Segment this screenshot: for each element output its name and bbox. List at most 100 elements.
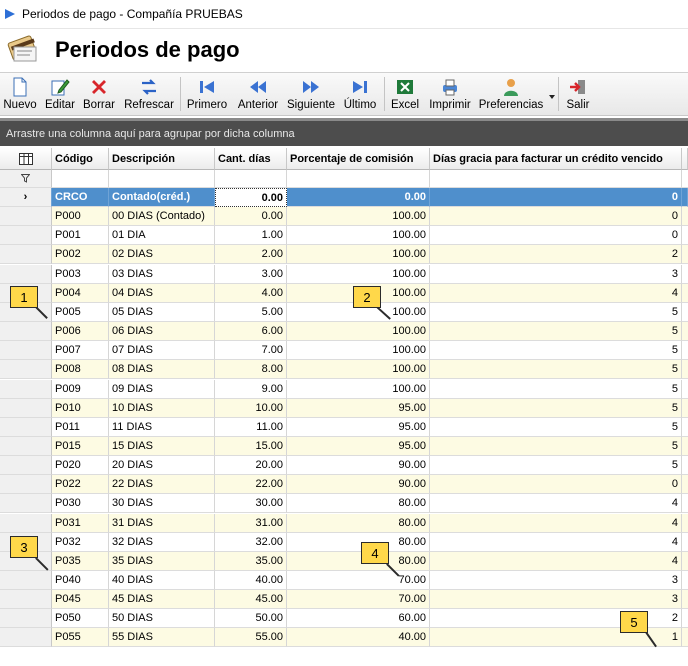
cell-descripcion[interactable]: 09 DIAS bbox=[109, 379, 215, 399]
filter-cant-dias[interactable] bbox=[215, 170, 287, 188]
table-row[interactable]: P050 50 DIAS 50.00 60.00 2 bbox=[0, 609, 688, 629]
cell-dias-gracia[interactable]: 3 bbox=[430, 264, 682, 284]
cell-descripcion[interactable]: 22 DIAS bbox=[109, 475, 215, 495]
cell-cant-dias[interactable]: 20.00 bbox=[215, 456, 287, 476]
filter-descripcion[interactable] bbox=[109, 170, 215, 188]
cell-descripcion[interactable]: 55 DIAS bbox=[109, 628, 215, 648]
cell-codigo[interactable]: P000 bbox=[52, 207, 109, 227]
cell-codigo[interactable]: P020 bbox=[52, 456, 109, 476]
table-row[interactable]: P022 22 DIAS 22.00 90.00 0 bbox=[0, 475, 688, 495]
table-row[interactable]: P035 35 DIAS 35.00 80.00 4 bbox=[0, 551, 688, 571]
cell-codigo[interactable]: P006 bbox=[52, 322, 109, 342]
table-row[interactable]: P031 31 DIAS 31.00 80.00 4 bbox=[0, 513, 688, 533]
cell-descripcion[interactable]: 08 DIAS bbox=[109, 360, 215, 380]
cell-codigo[interactable]: P002 bbox=[52, 245, 109, 265]
cell-codigo[interactable]: P050 bbox=[52, 609, 109, 629]
cell-cant-dias[interactable]: 0.00 bbox=[215, 207, 287, 227]
cell-cant-dias[interactable]: 4.00 bbox=[215, 283, 287, 303]
cell-porcentaje-comision[interactable]: 70.00 bbox=[287, 571, 430, 590]
cell-porcentaje-comision[interactable]: 100.00 bbox=[287, 322, 430, 342]
cell-codigo[interactable]: P035 bbox=[52, 551, 109, 571]
cell-descripcion[interactable]: 04 DIAS bbox=[109, 283, 215, 303]
cell-descripcion[interactable]: 35 DIAS bbox=[109, 551, 215, 571]
row-selector[interactable] bbox=[0, 264, 52, 284]
cell-codigo[interactable]: P005 bbox=[52, 302, 109, 322]
row-selector[interactable] bbox=[0, 590, 52, 610]
cell-cant-dias[interactable]: 3.00 bbox=[215, 264, 287, 284]
cell-cant-dias[interactable]: 55.00 bbox=[215, 628, 287, 648]
cell-dias-gracia[interactable]: 2 bbox=[430, 245, 682, 265]
cell-cant-dias[interactable]: 40.00 bbox=[215, 571, 287, 590]
cell-cant-dias[interactable]: 2.00 bbox=[215, 245, 287, 265]
cell-cant-dias[interactable]: 9.00 bbox=[215, 379, 287, 399]
cell-codigo[interactable]: P015 bbox=[52, 436, 109, 456]
cell-descripcion[interactable]: 03 DIAS bbox=[109, 264, 215, 284]
cell-dias-gracia[interactable]: 5 bbox=[430, 322, 682, 342]
cell-dias-gracia[interactable]: 3 bbox=[430, 571, 682, 590]
cell-porcentaje-comision[interactable]: 100.00 bbox=[287, 264, 430, 284]
cell-porcentaje-comision[interactable]: 80.00 bbox=[287, 532, 430, 552]
cell-cant-dias[interactable]: 5.00 bbox=[215, 302, 287, 322]
borrar-button[interactable]: Borrar bbox=[81, 75, 117, 113]
cell-cant-dias[interactable]: 1.00 bbox=[215, 226, 287, 246]
cell-descripcion[interactable]: 05 DIAS bbox=[109, 302, 215, 322]
cell-cant-dias[interactable]: 15.00 bbox=[215, 436, 287, 456]
table-row[interactable]: P006 06 DIAS 6.00 100.00 5 bbox=[0, 322, 688, 342]
column-chooser-button[interactable] bbox=[0, 148, 52, 170]
table-row[interactable]: P002 02 DIAS 2.00 100.00 2 bbox=[0, 245, 688, 265]
refrescar-button[interactable]: Refrescar bbox=[124, 75, 174, 113]
cell-dias-gracia[interactable]: 5 bbox=[430, 379, 682, 399]
cell-codigo[interactable]: P030 bbox=[52, 494, 109, 514]
cell-codigo[interactable]: P045 bbox=[52, 590, 109, 610]
row-selector[interactable]: › bbox=[0, 188, 52, 207]
cell-porcentaje-comision[interactable]: 80.00 bbox=[287, 494, 430, 514]
row-selector[interactable] bbox=[0, 398, 52, 418]
cell-dias-gracia[interactable]: 5 bbox=[430, 341, 682, 361]
row-selector[interactable] bbox=[0, 207, 52, 227]
cell-descripcion[interactable]: Contado(créd.) bbox=[109, 188, 215, 207]
table-row[interactable]: P009 09 DIAS 9.00 100.00 5 bbox=[0, 379, 688, 399]
cell-dias-gracia[interactable]: 5 bbox=[430, 360, 682, 380]
preferencias-dropdown-icon[interactable] bbox=[549, 95, 555, 99]
cell-descripcion[interactable]: 30 DIAS bbox=[109, 494, 215, 514]
cell-dias-gracia[interactable]: 4 bbox=[430, 551, 682, 571]
cell-codigo[interactable]: CRCO bbox=[52, 188, 109, 207]
cell-cant-dias[interactable]: 32.00 bbox=[215, 532, 287, 552]
table-row[interactable]: P020 20 DIAS 20.00 90.00 5 bbox=[0, 456, 688, 476]
cell-porcentaje-comision[interactable]: 100.00 bbox=[287, 379, 430, 399]
cell-descripcion[interactable]: 50 DIAS bbox=[109, 609, 215, 629]
cell-dias-gracia[interactable]: 5 bbox=[430, 417, 682, 437]
cell-descripcion[interactable]: 07 DIAS bbox=[109, 341, 215, 361]
ultimo-button[interactable]: Último bbox=[342, 75, 378, 113]
cell-porcentaje-comision[interactable]: 80.00 bbox=[287, 551, 430, 571]
cell-dias-gracia[interactable]: 0 bbox=[430, 226, 682, 246]
cell-dias-gracia[interactable]: 4 bbox=[430, 532, 682, 552]
row-selector[interactable] bbox=[0, 417, 52, 437]
table-row[interactable]: › CRCO Contado(créd.) 0.00 0.00 0 bbox=[0, 188, 688, 207]
cell-codigo[interactable]: P055 bbox=[52, 628, 109, 648]
cell-descripcion[interactable]: 02 DIAS bbox=[109, 245, 215, 265]
cell-cant-dias[interactable]: 7.00 bbox=[215, 341, 287, 361]
cell-codigo[interactable]: P001 bbox=[52, 226, 109, 246]
cell-porcentaje-comision[interactable]: 95.00 bbox=[287, 398, 430, 418]
row-selector[interactable] bbox=[0, 379, 52, 399]
cell-descripcion[interactable]: 06 DIAS bbox=[109, 322, 215, 342]
cell-dias-gracia[interactable]: 5 bbox=[430, 302, 682, 322]
cell-dias-gracia[interactable]: 3 bbox=[430, 590, 682, 610]
cell-descripcion[interactable]: 31 DIAS bbox=[109, 513, 215, 533]
cell-descripcion[interactable]: 01 DIA bbox=[109, 226, 215, 246]
cell-cant-dias[interactable]: 30.00 bbox=[215, 494, 287, 514]
table-row[interactable]: P004 04 DIAS 4.00 100.00 4 bbox=[0, 283, 688, 303]
row-selector[interactable] bbox=[0, 513, 52, 533]
cell-cant-dias[interactable]: 10.00 bbox=[215, 398, 287, 418]
cell-descripcion[interactable]: 00 DIAS (Contado) bbox=[109, 207, 215, 227]
row-selector[interactable] bbox=[0, 475, 52, 495]
cell-porcentaje-comision[interactable]: 100.00 bbox=[287, 226, 430, 246]
cell-cant-dias[interactable]: 6.00 bbox=[215, 322, 287, 342]
cell-dias-gracia[interactable]: 4 bbox=[430, 513, 682, 533]
cell-porcentaje-comision[interactable]: 80.00 bbox=[287, 513, 430, 533]
column-header-porcentaje-comision[interactable]: Porcentaje de comisión bbox=[287, 148, 430, 170]
cell-porcentaje-comision[interactable]: 60.00 bbox=[287, 609, 430, 629]
cell-descripcion[interactable]: 11 DIAS bbox=[109, 417, 215, 437]
cell-codigo[interactable]: P009 bbox=[52, 379, 109, 399]
